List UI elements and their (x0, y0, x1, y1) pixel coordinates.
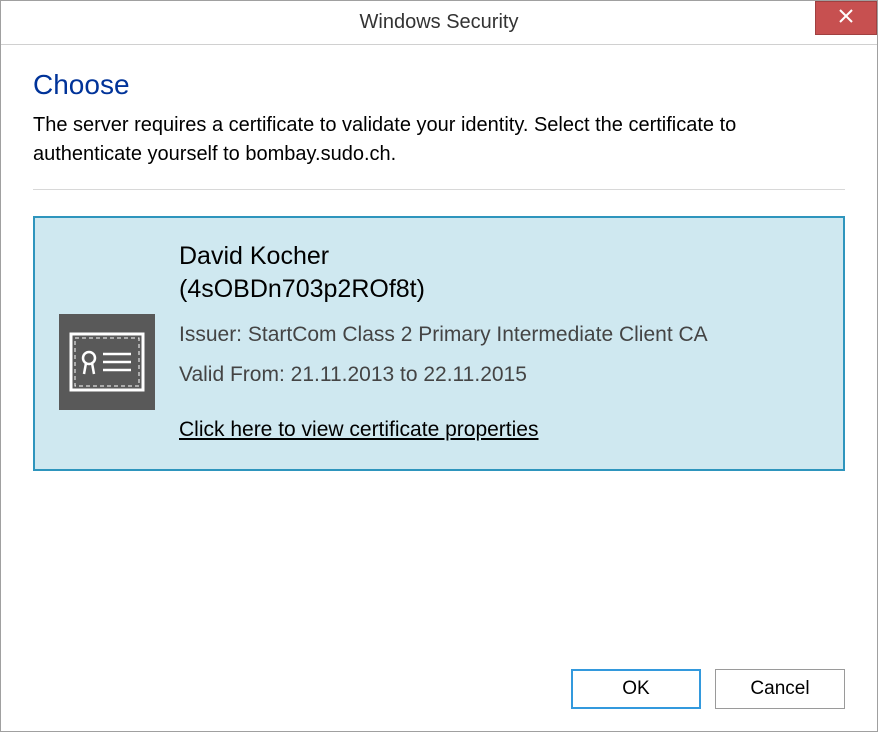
certificate-card[interactable]: David Kocher (4sOBDn703p2ROf8t) Issuer: … (33, 216, 845, 471)
certificate-name: David Kocher (179, 242, 819, 271)
ok-button[interactable]: OK (571, 669, 701, 709)
dialog-window: Windows Security Choose The server requi… (0, 0, 878, 732)
certificate-validity: Valid From: 21.11.2013 to 22.11.2015 (179, 363, 819, 387)
button-row: OK Cancel (1, 649, 877, 731)
separator (33, 189, 845, 190)
certificate-icon-wrap (59, 242, 155, 410)
dialog-heading: Choose (33, 69, 845, 101)
cancel-button[interactable]: Cancel (715, 669, 845, 709)
close-icon (839, 9, 853, 28)
certificate-icon (59, 314, 155, 410)
close-button[interactable] (815, 1, 877, 35)
dialog-description: The server requires a certificate to val… (33, 111, 845, 169)
view-certificate-properties-link[interactable]: Click here to view certificate propertie… (179, 415, 539, 444)
titlebar: Windows Security (1, 1, 877, 45)
certificate-identifier: (4sOBDn703p2ROf8t) (179, 275, 819, 304)
window-title: Windows Security (360, 11, 519, 34)
certificate-issuer: Issuer: StartCom Class 2 Primary Interme… (179, 320, 819, 349)
dialog-content: Choose The server requires a certificate… (1, 45, 877, 649)
certificate-details: David Kocher (4sOBDn703p2ROf8t) Issuer: … (179, 242, 819, 445)
